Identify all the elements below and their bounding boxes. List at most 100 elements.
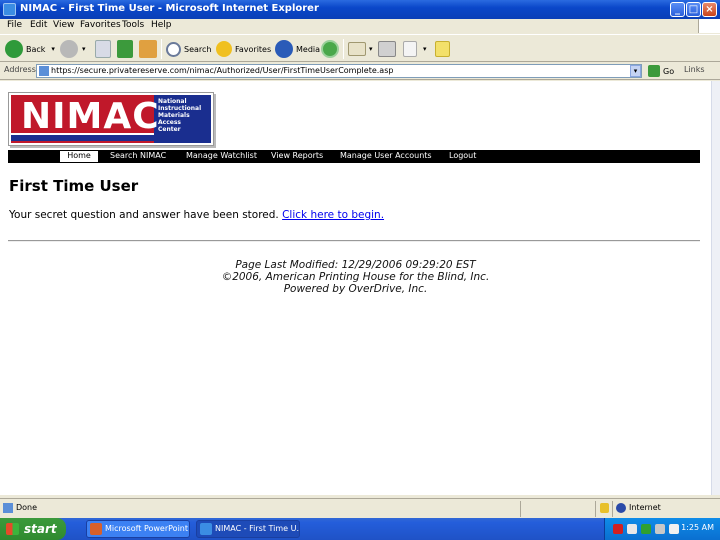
menu-file[interactable]: File [7,20,22,30]
logo-tagline-line: Instructional [158,105,202,112]
menu-view[interactable]: View [53,20,74,30]
print-button[interactable] [378,39,396,59]
nav-manage-user-accounts[interactable]: Manage User Accounts [340,151,432,160]
toolbar-separator [343,39,344,59]
logo-tagline-line: Materials [158,112,190,119]
ie-app-icon [3,3,16,16]
start-label: start [24,522,57,536]
history-button[interactable] [321,39,339,59]
address-label: Address [4,65,36,74]
forward-dropdown-icon[interactable]: ▾ [82,45,86,53]
tray-icon[interactable] [669,524,679,534]
nimac-logo[interactable]: NIMAC National Instructional Materials A… [8,92,214,146]
go-label: Go [663,66,675,76]
logo-tagline-line: Center [158,126,181,133]
address-bar: Address https://secure.privatereserve.co… [0,62,720,80]
edit-dropdown-icon[interactable]: ▾ [423,45,427,53]
menu-tools[interactable]: Tools [122,20,144,30]
page-icon [39,66,49,76]
links-button[interactable]: Links [684,65,705,74]
status-bar: Done Internet [0,498,720,518]
powerpoint-icon [90,523,102,535]
volume-icon[interactable] [655,524,665,534]
maximize-button[interactable]: □ [686,2,701,17]
menu-edit[interactable]: Edit [30,20,47,30]
refresh-icon [117,40,133,58]
back-arrow-icon [5,40,23,58]
system-tray: 1:25 AM [604,518,720,540]
edit-button[interactable]: ▾ [403,39,427,59]
media-label: Media [296,44,321,54]
clock[interactable]: 1:25 AM [681,523,714,532]
divider [8,240,700,242]
nav-view-reports[interactable]: View Reports [271,151,323,160]
task-nimac-ie[interactable]: NIMAC - First Time U... [196,520,300,538]
back-dropdown-icon[interactable]: ▾ [51,45,55,53]
logo-tagline-line: National [158,98,187,105]
page-content: NIMAC National Instructional Materials A… [0,81,711,495]
home-icon [139,40,157,58]
refresh-button[interactable] [117,39,133,59]
powered-by: Powered by OverDrive, Inc. [283,283,428,295]
toolbar-separator [161,39,162,59]
notes-icon [435,41,450,57]
favorites-label: Favorites [235,44,272,54]
back-button[interactable]: Back ▾ [5,39,55,59]
stop-button[interactable] [95,39,111,59]
menu-favorites[interactable]: Favorites [80,20,121,30]
tray-icon[interactable] [641,524,651,534]
forward-button[interactable]: ▾ [60,39,86,59]
windows-flag-icon [6,523,19,535]
search-icon [166,41,181,57]
logo-tagline-line: Access [158,119,181,126]
tray-icon[interactable] [613,524,623,534]
address-url: https://secure.privatereserve.com/nimac/… [51,66,394,75]
forward-arrow-icon [60,40,78,58]
status-page-icon [3,503,13,513]
task-label: Microsoft PowerPoint ... [105,524,190,533]
start-button[interactable]: start [0,518,66,540]
history-icon [321,40,339,58]
last-modified: Page Last Modified: 12/29/2006 09:29:20 … [235,259,476,271]
status-divider [595,501,596,517]
logo-tagline: National Instructional Materials Access … [158,98,210,133]
task-label: NIMAC - First Time U... [215,524,300,533]
word-edit-icon [403,41,417,57]
media-button[interactable]: Media [275,39,320,59]
tray-icon[interactable] [627,524,637,534]
search-label: Search [184,44,212,54]
title-bar[interactable]: NIMAC - First Time User - Microsoft Inte… [0,0,720,19]
mail-dropdown-icon[interactable]: ▾ [369,45,373,53]
favorites-button[interactable]: Favorites [216,39,271,59]
close-button[interactable]: × [702,2,717,17]
nav-manage-watchlist[interactable]: Manage Watchlist [186,151,257,160]
search-button[interactable]: Search [166,39,211,59]
menu-help[interactable]: Help [151,20,172,30]
menu-bar: File Edit View Favorites Tools Help [0,19,720,33]
lock-icon [600,503,609,513]
address-input[interactable]: https://secure.privatereserve.com/nimac/… [36,64,642,78]
back-label: Back [26,44,46,54]
status-text: Done [16,503,38,512]
task-powerpoint[interactable]: Microsoft PowerPoint ... [86,520,190,538]
vertical-scrollbar[interactable] [711,81,720,495]
confirmation-text: Your secret question and answer have bee… [9,209,279,221]
mail-button[interactable]: ▾ [348,39,373,59]
taskbar: start Microsoft PowerPoint ... NIMAC - F… [0,518,720,540]
discuss-button[interactable] [435,39,450,59]
logo-wordmark: NIMAC [21,96,160,137]
nav-logout[interactable]: Logout [449,151,476,160]
copyright: ©2006, American Printing House for the B… [221,271,490,283]
go-button[interactable]: Go [648,64,674,78]
toolbar: Back ▾ ▾ Search Favorites Media ▾ ▾ [0,34,720,62]
nav-search-nimac[interactable]: Search NIMAC [110,151,166,160]
mail-icon [348,42,366,56]
nav-home[interactable]: Home [60,151,98,162]
address-dropdown-icon[interactable]: ▾ [630,65,641,77]
page-footer: Page Last Modified: 12/29/2006 09:29:20 … [0,259,711,295]
status-divider [520,501,521,517]
begin-link[interactable]: Click here to begin. [282,209,384,221]
home-button[interactable] [139,39,157,59]
star-icon [216,41,232,57]
minimize-button[interactable]: _ [670,2,685,17]
